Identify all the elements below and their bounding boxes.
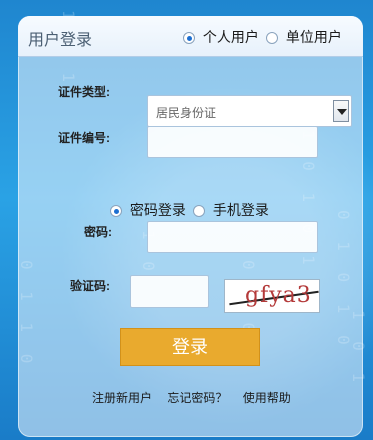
id-type-label: 证件类型: bbox=[58, 85, 110, 99]
radio-checked-icon bbox=[183, 32, 195, 45]
help-link[interactable]: 使用帮助 bbox=[243, 391, 291, 405]
user-type-org[interactable]: 单位用户 bbox=[266, 27, 342, 47]
id-number-label: 证件编号: bbox=[58, 131, 110, 145]
login-panel: 用户登录 个人用户 单位用户 证件类型: 居民身份证 证件编号: 密码登录 手机… bbox=[18, 16, 363, 437]
id-type-select[interactable]: 居民身份证 bbox=[147, 95, 352, 127]
captcha-image[interactable]: gfya3 bbox=[224, 279, 320, 313]
login-mode-phone[interactable]: 手机登录 bbox=[193, 200, 269, 220]
radio-unchecked-icon bbox=[193, 205, 205, 218]
register-link[interactable]: 注册新用户 bbox=[92, 391, 152, 405]
id-type-selected-value: 居民身份证 bbox=[156, 106, 217, 120]
login-mode-password[interactable]: 密码登录 bbox=[110, 200, 186, 220]
user-type-org-label: 单位用户 bbox=[285, 29, 342, 45]
login-mode-password-label: 密码登录 bbox=[129, 202, 186, 218]
captcha-input[interactable] bbox=[130, 275, 209, 308]
captcha-label: 验证码: bbox=[70, 279, 110, 293]
password-label: 密码: bbox=[84, 225, 112, 239]
radio-checked-icon bbox=[110, 205, 122, 218]
login-links: 注册新用户 忘记密码？ 使用帮助 bbox=[92, 389, 303, 406]
user-type-personal[interactable]: 个人用户 bbox=[183, 27, 259, 47]
login-mode-phone-label: 手机登录 bbox=[212, 202, 269, 218]
forgot-password-link[interactable]: 忘记密码？ bbox=[167, 391, 227, 405]
id-number-input[interactable] bbox=[147, 126, 318, 158]
captcha-text: gfya3 bbox=[245, 283, 312, 308]
password-input[interactable] bbox=[147, 221, 318, 253]
user-type-personal-label: 个人用户 bbox=[202, 29, 259, 45]
login-submit-button[interactable]: 登录 bbox=[120, 328, 260, 366]
radio-unchecked-icon bbox=[266, 32, 278, 45]
dropdown-arrow-icon[interactable] bbox=[333, 100, 349, 122]
login-header: 用户登录 个人用户 单位用户 bbox=[18, 16, 363, 57]
login-title: 用户登录 bbox=[28, 32, 93, 49]
